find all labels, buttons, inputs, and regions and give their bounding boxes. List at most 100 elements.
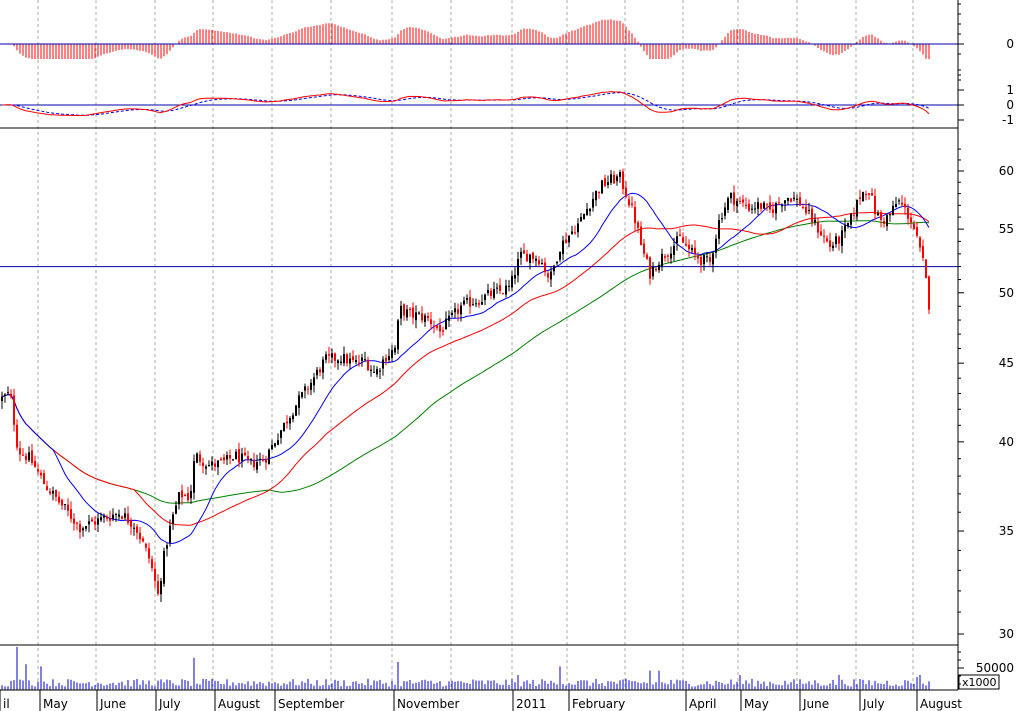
candle-body [520, 251, 522, 258]
candle-body [466, 298, 468, 300]
candle-body [238, 449, 240, 463]
candle-body [664, 256, 666, 258]
month-label: June [99, 697, 126, 711]
candle-body [538, 260, 540, 265]
candle-body [307, 388, 309, 390]
candle-body [457, 309, 459, 314]
candle-body [871, 193, 873, 196]
candle-body [811, 208, 813, 223]
candle-body [733, 192, 735, 205]
candle-body [787, 197, 789, 201]
candle-body [148, 548, 150, 559]
candle-body [244, 452, 246, 456]
candle-body [517, 258, 519, 276]
axis-tick-label: 0 [1006, 98, 1014, 112]
candle-body [28, 452, 30, 461]
candle-body [475, 303, 477, 305]
candle-body [499, 285, 501, 291]
candle-body [193, 461, 195, 493]
candle-body [34, 461, 36, 467]
candle-body [607, 182, 609, 185]
candle-body [412, 307, 414, 318]
candle-body [154, 568, 156, 581]
candle-body [424, 315, 426, 322]
candle-body [55, 489, 57, 497]
candle-body [691, 248, 693, 251]
candle-body [736, 201, 738, 207]
candle-body [439, 325, 441, 332]
candle-body [73, 518, 75, 524]
candle-body [763, 202, 765, 209]
candle-body [283, 422, 285, 431]
candle-body [583, 213, 585, 219]
candle-body [202, 462, 204, 467]
candle-body [172, 514, 174, 524]
candle-body [727, 198, 729, 210]
candle-body [271, 445, 273, 450]
candle-body [502, 293, 504, 295]
candle-body [274, 443, 276, 447]
month-label: July [862, 697, 885, 711]
candle-body [577, 223, 579, 233]
candle-body [25, 455, 27, 460]
candle-body [478, 303, 480, 305]
candle-body [847, 223, 849, 227]
volume-multiplier-label: x1000 [962, 676, 997, 689]
candle-body [694, 247, 696, 254]
candle-body [724, 207, 726, 216]
candle-body [382, 359, 384, 369]
candle-body [388, 356, 390, 360]
candle-body [169, 525, 171, 543]
candle-body [604, 178, 606, 186]
candle-body [178, 492, 180, 505]
candle-body [376, 369, 378, 375]
candle-body [880, 212, 882, 220]
candle-body [103, 516, 105, 518]
candle-body [334, 353, 336, 361]
candle-body [370, 369, 372, 371]
candle-body [856, 199, 858, 217]
candle-body [505, 285, 507, 295]
candle-body [160, 581, 162, 595]
candle-body [739, 200, 741, 202]
candle-body [106, 516, 108, 519]
candle-body [310, 382, 312, 390]
candle-body [853, 214, 855, 216]
candle-body [793, 197, 795, 200]
candle-body [928, 276, 930, 310]
candle-body [820, 231, 822, 236]
candle-body [97, 518, 99, 525]
candle-body [373, 371, 375, 373]
candle-body [133, 527, 135, 529]
candle-body [712, 253, 714, 265]
candle-body [769, 202, 771, 210]
candle-body [241, 453, 243, 461]
candle-body [247, 456, 249, 460]
candle-body [16, 424, 18, 448]
candle-body [385, 358, 387, 362]
axis-tick-label: 40 [999, 435, 1014, 449]
candle-body [289, 418, 291, 424]
candle-body [814, 219, 816, 223]
month-label: September [278, 697, 344, 711]
candle-body [328, 354, 330, 356]
candle-body [124, 513, 126, 518]
candle-body [481, 301, 483, 305]
candle-body [541, 263, 543, 264]
candle-body [676, 236, 678, 244]
candle-body [715, 238, 717, 253]
candle-body [415, 312, 417, 321]
candle-body [643, 243, 645, 254]
candle-body [190, 491, 192, 499]
candle-body [898, 200, 900, 202]
candle-body [4, 394, 6, 396]
candle-body [301, 392, 303, 398]
candle-body [652, 266, 654, 277]
candle-body [796, 198, 798, 200]
candle-body [352, 356, 354, 360]
month-label: April [689, 697, 716, 711]
candle-body [100, 517, 102, 521]
candle-body [895, 203, 897, 208]
candle-body [913, 224, 915, 230]
candle-body [31, 450, 33, 463]
